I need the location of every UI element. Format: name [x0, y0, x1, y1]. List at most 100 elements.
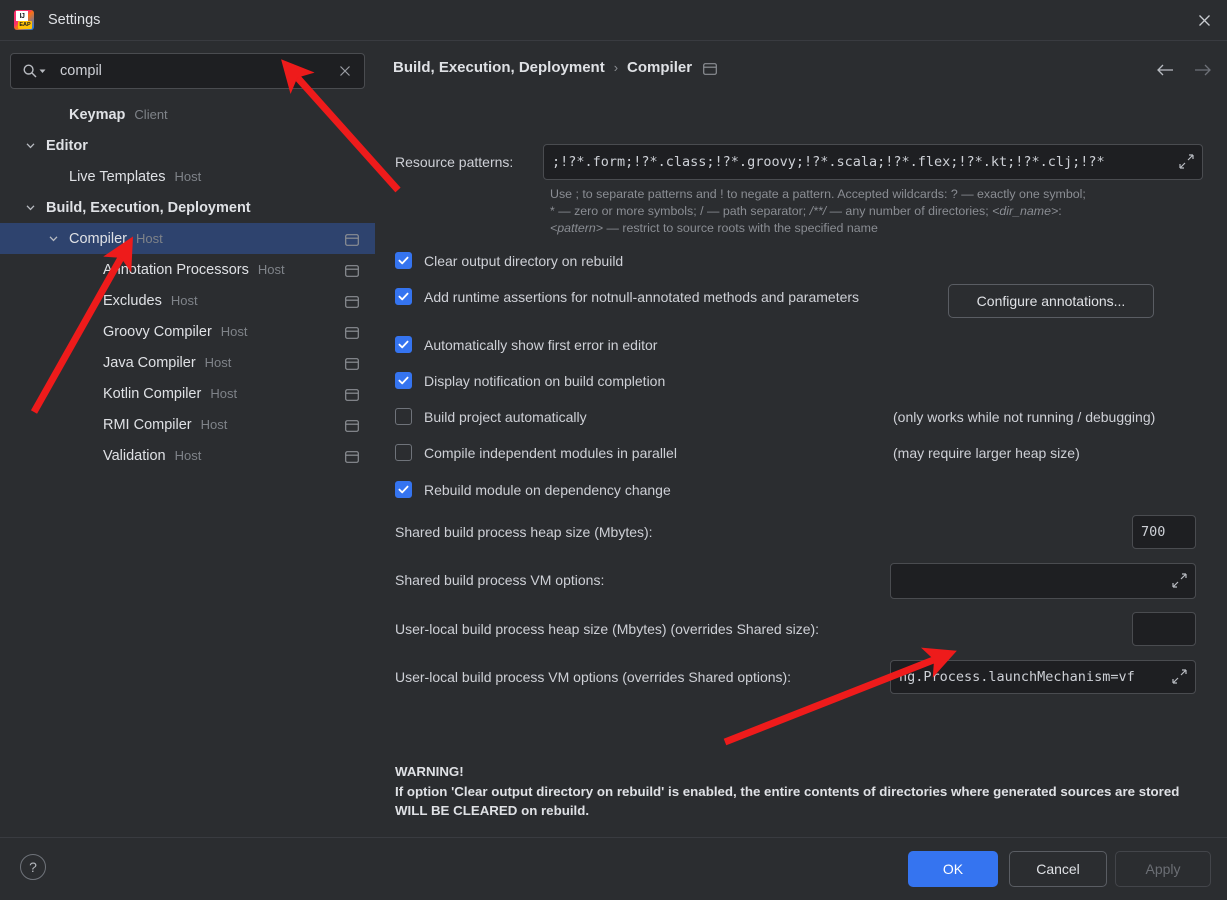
close-icon [1198, 15, 1210, 26]
checkbox-checked-icon[interactable] [395, 288, 412, 305]
checkbox-checked-icon[interactable] [395, 252, 412, 269]
tree-twisty-empty [46, 108, 60, 122]
navigation-arrows [1155, 60, 1213, 80]
close-window-button[interactable] [1181, 0, 1227, 41]
warning-message: WARNING! If option 'Clear output directo… [395, 762, 1205, 821]
sidebar-item-live-templates[interactable]: Live Templates Host [0, 161, 375, 192]
search-field-wrapper: compil [10, 53, 365, 89]
resource-patterns-input[interactable]: ;!?*.form;!?*.class;!?*.groovy;!?*.scala… [543, 144, 1203, 180]
checkbox-label: Build project automatically [424, 408, 587, 425]
host-badge-icon [345, 357, 359, 370]
host-badge-icon [703, 62, 717, 75]
host-badge-icon [345, 419, 359, 432]
checkbox-row-clear-output-directory-on-rebuild[interactable]: Clear output directory on rebuild [395, 252, 623, 269]
expand-icon[interactable] [1179, 154, 1195, 170]
expand-icon[interactable] [1172, 669, 1188, 685]
intellij-idea-eap-icon: IJ EAP [14, 10, 34, 30]
apply-button: Apply [1115, 851, 1211, 887]
expand-icon[interactable] [1172, 573, 1188, 589]
forward-button[interactable] [1193, 60, 1213, 80]
clear-search-button[interactable] [336, 62, 354, 80]
sidebar-item-groovy-compiler[interactable]: Groovy Compiler Host [0, 316, 375, 347]
tree-twisty-empty [80, 263, 94, 277]
field-input-0[interactable]: 700 [1132, 515, 1196, 549]
tree-twisty-empty [80, 418, 94, 432]
sidebar-item-validation[interactable]: Validation Host [0, 440, 375, 471]
breadcrumb-current: Compiler [627, 59, 693, 76]
sidebar-item-tag: Client [134, 107, 168, 122]
sidebar-item-build-execution-deployment[interactable]: Build, Execution, Deployment [0, 192, 375, 223]
checkbox-checked-icon[interactable] [395, 481, 412, 498]
checkbox-row-add-runtime-assertions-for-notnull-annotated-methods-and-parameters[interactable]: Add runtime assertions for notnull-annot… [395, 288, 859, 305]
close-icon [340, 66, 350, 76]
tree-twisty-empty [80, 449, 94, 463]
chevron-down-icon[interactable] [23, 201, 37, 215]
checkbox-label: Rebuild module on dependency change [424, 481, 671, 498]
sidebar-item-tag: Host [174, 448, 202, 463]
warning-body: If option 'Clear output directory on reb… [395, 783, 1180, 819]
checkbox-row-automatically-show-first-error-in-editor[interactable]: Automatically show first error in editor [395, 336, 657, 353]
back-button[interactable] [1155, 60, 1175, 80]
checkbox-row-build-project-automatically[interactable]: Build project automatically [395, 408, 587, 425]
configure-annotations-button[interactable]: Configure annotations... [948, 284, 1154, 318]
breadcrumb: Build, Execution, Deployment › Compiler [393, 59, 717, 76]
resource-patterns-value: ;!?*.form;!?*.class;!?*.groovy;!?*.scala… [552, 154, 1105, 170]
field-label: User-local build process heap size (Mbyt… [395, 621, 820, 637]
checkbox-checked-icon[interactable] [395, 336, 412, 353]
hint-line-2-c: — any number of directories; [826, 204, 993, 218]
hint-line-2-d: <dir_name> [992, 204, 1059, 218]
field-label: User-local build process VM options (ove… [395, 669, 792, 685]
breadcrumb-parent[interactable]: Build, Execution, Deployment [393, 59, 605, 76]
help-button[interactable]: ? [20, 854, 46, 880]
hint-line-2-e: : [1058, 204, 1062, 218]
window-title: Settings [48, 12, 101, 28]
host-badge-icon [345, 295, 359, 308]
chevron-down-icon[interactable] [23, 139, 37, 153]
breadcrumb-separator: › [613, 60, 619, 75]
host-badge-icon [345, 326, 359, 339]
sidebar-item-kotlin-compiler[interactable]: Kotlin Compiler Host [0, 378, 375, 409]
checkbox-label: Add runtime assertions for notnull-annot… [424, 288, 860, 305]
warning-title: WARNING! [395, 764, 464, 779]
sidebar-item-keymap[interactable]: Keymap Client [0, 99, 375, 130]
sidebar-item-label: Keymap [69, 106, 126, 123]
host-badge-icon [345, 450, 359, 463]
sidebar-item-label: Java Compiler [103, 354, 196, 371]
field-input-2[interactable] [1132, 612, 1196, 646]
hint-line-3: <pattern> — restrict to source roots wit… [550, 220, 1210, 237]
search-input[interactable]: compil [10, 53, 365, 89]
sidebar-item-label: RMI Compiler [103, 416, 192, 433]
settings-tree: Keymap Client Editor Live Templates Host Buil… [0, 99, 375, 471]
tree-twisty-empty [80, 356, 94, 370]
checkbox-side-note: (may require larger heap size) [893, 445, 1080, 461]
sidebar-item-rmi-compiler[interactable]: RMI Compiler Host [0, 409, 375, 440]
sidebar-item-java-compiler[interactable]: Java Compiler Host [0, 347, 375, 378]
sidebar-item-compiler[interactable]: Compiler Host [0, 223, 375, 254]
checkbox-unchecked-icon[interactable] [395, 444, 412, 461]
checkbox-unchecked-icon[interactable] [395, 408, 412, 425]
arrow-left-icon [1157, 64, 1173, 76]
checkbox-label: Display notification on build completion [424, 372, 666, 389]
hint-line-2-a: * — zero or more symbols; / — path separ… [550, 204, 810, 218]
checkbox-row-compile-independent-modules-in-parallel[interactable]: Compile independent modules in parallel [395, 444, 677, 461]
chevron-down-icon[interactable] [46, 232, 60, 246]
sidebar-item-tag: Host [257, 262, 285, 277]
cancel-button[interactable]: Cancel [1009, 851, 1107, 887]
chevron-down-icon [39, 69, 46, 73]
checkbox-row-rebuild-module-on-dependency-change[interactable]: Rebuild module on dependency change [395, 481, 671, 498]
sidebar-item-annotation-processors[interactable]: Annotation Processors Host [0, 254, 375, 285]
sidebar-item-tag: Host [170, 293, 198, 308]
ok-button[interactable]: OK [908, 851, 998, 887]
sidebar-item-excludes[interactable]: Excludes Host [0, 285, 375, 316]
checkbox-row-display-notification-on-build-completion[interactable]: Display notification on build completion [395, 372, 665, 389]
sidebar-item-label: Kotlin Compiler [103, 385, 202, 402]
checkbox-checked-icon[interactable] [395, 372, 412, 389]
search-value: compil [60, 63, 102, 79]
field-input-3[interactable]: ng.Process.launchMechanism=vf [890, 660, 1196, 694]
sidebar-item-editor[interactable]: Editor [0, 130, 375, 161]
tree-twisty-empty [80, 387, 94, 401]
hint-line-2: * — zero or more symbols; / — path separ… [550, 203, 1210, 220]
field-input-1[interactable] [890, 563, 1196, 599]
checkbox-label: Compile independent modules in parallel [424, 444, 677, 461]
search-icon [22, 63, 46, 79]
